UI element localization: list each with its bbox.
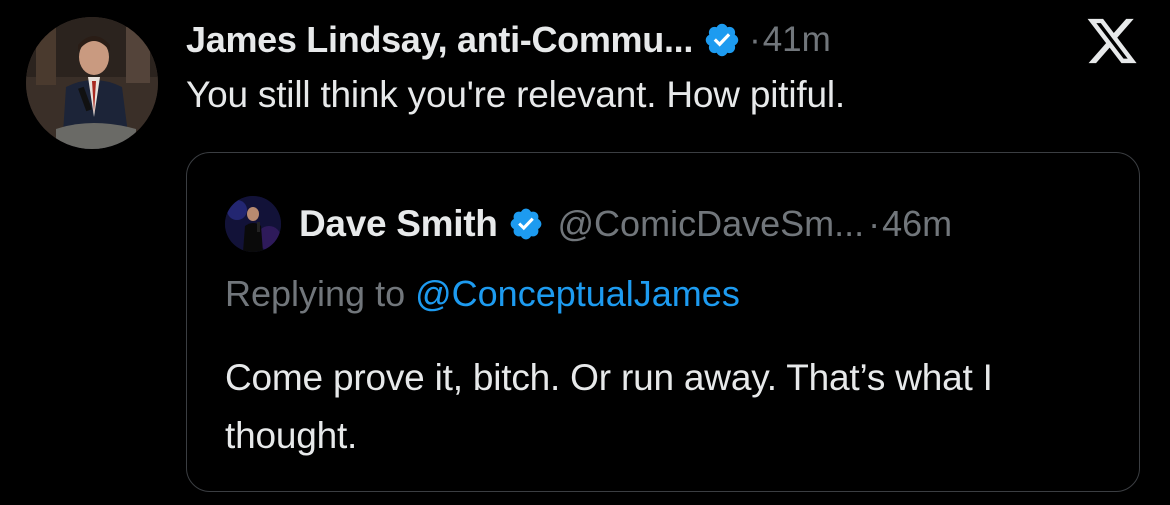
quoted-tweet-header: Dave Smith @ComicDaveSm... · 46m [225,195,952,253]
verified-badge-icon[interactable] [703,21,741,59]
verified-badge-icon[interactable] [508,206,544,242]
quoted-time-separator: · [868,203,881,244]
author-avatar[interactable] [26,17,158,149]
x-logo-icon[interactable] [1083,16,1141,66]
quoted-author-display-name[interactable]: Dave Smith [299,203,498,245]
quoted-author-avatar-image [225,196,281,252]
replying-to-prefix: Replying to [225,273,416,314]
tweet-time-separator: · [749,20,761,59]
replying-to-line: Replying to @ConceptualJames [225,273,740,315]
tweet-text: You still think you're relevant. How pit… [186,74,845,115]
replying-to-mention-link[interactable]: @ConceptualJames [415,273,740,314]
quoted-tweet[interactable]: Dave Smith @ComicDaveSm... · 46m Replyin… [186,152,1140,492]
quoted-author-avatar[interactable] [225,196,281,252]
author-display-name[interactable]: James Lindsay, anti-Commu... [186,19,693,61]
tweet-timestamp[interactable]: 41m [763,20,831,60]
quoted-tweet-timestamp[interactable]: 46m [882,203,952,245]
tweet-header: James Lindsay, anti-Commu... · 41m [186,14,831,66]
author-avatar-image [26,17,158,149]
quoted-tweet-text: Come prove it, bitch. Or run away. That’… [225,357,993,456]
tweet-card[interactable]: James Lindsay, anti-Commu... · 41m You s… [0,0,1170,505]
quoted-author-handle[interactable]: @ComicDaveSm... [558,203,865,245]
